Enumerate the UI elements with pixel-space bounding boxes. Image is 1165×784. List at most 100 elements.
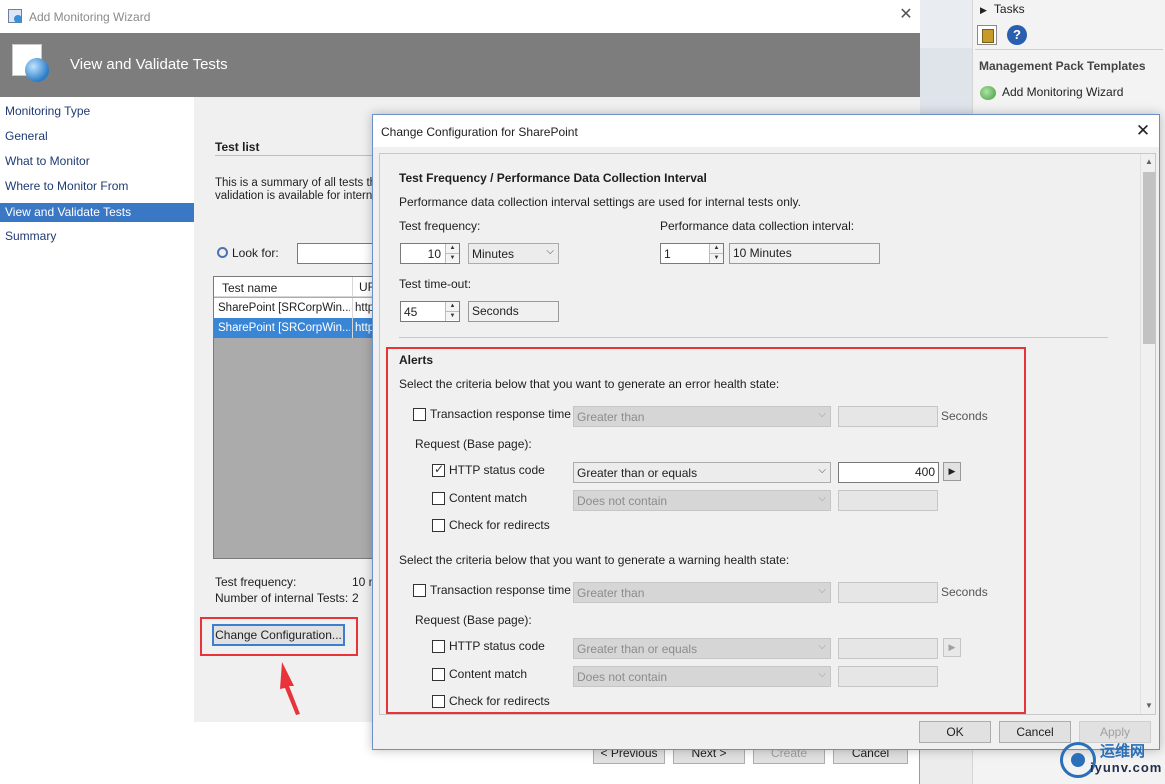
error-redirect-checkbox[interactable] (432, 519, 445, 532)
dialog-scroll-area[interactable]: Test Frequency / Performance Data Collec… (379, 153, 1156, 715)
error-http-checkbox[interactable] (432, 462, 445, 477)
warning-http-expand-button[interactable]: ▶ (943, 638, 961, 657)
description-line: This is a summary of all tests th (215, 177, 375, 189)
dialog-titlebar: Change Configuration for SharePoint ✕ (373, 115, 1159, 147)
column-header-test-name[interactable]: Test name (222, 281, 277, 295)
look-for-label: Look for: (217, 246, 279, 260)
timeout-unit-display: Seconds (468, 301, 559, 322)
warning-trt-operator-select[interactable]: Greater than ⌵ (573, 582, 831, 603)
warning-trt-value-input[interactable] (838, 582, 938, 603)
nav-item-general[interactable]: General (0, 127, 194, 146)
error-content-checkbox[interactable] (432, 492, 445, 505)
error-trt-checkbox[interactable] (413, 408, 426, 421)
scroll-up-icon[interactable]: ▲ (1141, 154, 1155, 170)
perf-interval-stepper[interactable]: 1 ▲ ▼ (660, 243, 724, 264)
warning-content-operator-select[interactable]: Does not contain ⌵ (573, 666, 831, 687)
chevron-down-icon[interactable]: ▼ (446, 311, 459, 320)
selected-value: Greater than (577, 586, 645, 600)
cell-test-name: SharePoint [SRCorpWin... (218, 302, 350, 314)
chevron-down-icon: ⌵ (546, 246, 554, 257)
error-content-operator-select[interactable]: Does not contain ⌵ (573, 490, 831, 511)
tasks-header[interactable]: ▶ Tasks (980, 2, 1025, 16)
chevron-down-icon: ⌵ (818, 641, 826, 652)
nav-item-view-and-validate-tests[interactable]: View and Validate Tests (0, 203, 194, 222)
wizard-window-title: Add Monitoring Wizard (29, 10, 151, 24)
warning-request-label: Request (Base page): (415, 613, 532, 627)
chevron-up-icon[interactable]: ▲ (446, 302, 459, 311)
scroll-down-icon[interactable]: ▼ (1141, 698, 1155, 714)
error-http-expand-button[interactable]: ▶ (943, 462, 961, 481)
clipboard-icon[interactable] (977, 25, 997, 45)
chevron-down-icon[interactable]: ▼ (710, 253, 723, 262)
stepper-buttons[interactable]: ▲ ▼ (445, 302, 459, 321)
divider (399, 337, 1108, 338)
chevron-down-icon: ⌵ (818, 493, 826, 504)
test-frequency-unit-select[interactable]: Minutes ⌵ (468, 243, 559, 264)
stepper-buttons[interactable]: ▲ ▼ (445, 244, 459, 263)
warning-http-value-input[interactable] (838, 638, 938, 659)
nav-item-monitoring-type[interactable]: Monitoring Type (0, 102, 194, 121)
page-globe-icon (12, 44, 52, 84)
error-request-label: Request (Base page): (415, 437, 532, 451)
change-configuration-dialog: Change Configuration for SharePoint ✕ Te… (372, 114, 1160, 750)
selected-value: Does not contain (577, 494, 668, 508)
ok-button[interactable]: OK (919, 721, 991, 743)
warning-content-checkbox[interactable] (432, 668, 445, 681)
wizard-close-button[interactable]: ✕ (895, 4, 917, 26)
nav-item-summary[interactable]: Summary (0, 227, 194, 246)
warning-http-label: HTTP status code (449, 639, 545, 653)
timeout-label: Test time-out: (399, 277, 472, 291)
dialog-close-button[interactable]: ✕ (1131, 119, 1155, 143)
tasks-label: Tasks (993, 2, 1025, 16)
scrollbar-thumb[interactable] (1143, 172, 1155, 344)
help-icon[interactable]: ? (1007, 25, 1027, 45)
nav-item-where-to-monitor-from[interactable]: Where to Monitor From (0, 177, 194, 196)
vertical-scrollbar[interactable]: ▲ ▼ (1140, 154, 1155, 714)
stepper-buttons[interactable]: ▲ ▼ (709, 244, 723, 263)
error-trt-unit: Seconds (941, 409, 988, 423)
warning-criteria-label: Select the criteria below that you want … (399, 553, 790, 567)
warning-redirect-label: Check for redirects (449, 694, 550, 708)
warning-redirect-checkbox[interactable] (432, 695, 445, 708)
add-monitoring-wizard-link[interactable]: Add Monitoring Wizard (980, 85, 1123, 100)
error-http-operator-select[interactable]: Greater than or equals ⌵ (573, 462, 831, 483)
timeout-stepper[interactable]: 45 ▲ ▼ (400, 301, 460, 322)
task-pane-heading: Management Pack Templates (979, 59, 1146, 73)
warning-trt-checkbox[interactable] (413, 584, 426, 597)
chevron-up-icon[interactable]: ▲ (710, 244, 723, 253)
test-list-grid: Test name UR SharePoint [SRCorpWin... ht… (213, 276, 378, 559)
wizard-nav: Monitoring Type General What to Monitor … (0, 97, 194, 722)
watermark-brand: iyunv.com (1090, 760, 1163, 775)
nav-item-what-to-monitor[interactable]: What to Monitor (0, 152, 194, 171)
test-frequency-stepper[interactable]: 10 ▲ ▼ (400, 243, 460, 264)
divider (975, 49, 1163, 50)
dialog-title: Change Configuration for SharePoint (381, 125, 578, 139)
table-row[interactable]: SharePoint [SRCorpWin... http (214, 318, 377, 338)
chevron-down-icon: ⌵ (818, 409, 826, 420)
summary-frequency-label: Test frequency: (215, 575, 297, 589)
error-http-value-input[interactable]: 400 (838, 462, 939, 483)
background-strip (920, 0, 972, 48)
warning-http-checkbox[interactable] (432, 640, 445, 653)
expand-arrow-icon: ▶ (980, 5, 987, 15)
grid-header: Test name UR (214, 277, 377, 297)
watermark-cn-text: 运维网 (1100, 743, 1146, 760)
error-content-value-input[interactable] (838, 490, 938, 511)
error-redirect-label: Check for redirects (449, 518, 550, 532)
selected-value: Minutes (472, 247, 515, 261)
error-trt-operator-select[interactable]: Greater than ⌵ (573, 406, 831, 427)
table-row[interactable]: SharePoint [SRCorpWin... http (214, 298, 377, 318)
error-trt-value-input[interactable] (838, 406, 938, 427)
look-for-input[interactable] (297, 243, 377, 264)
change-configuration-button[interactable]: Change Configuration... (212, 624, 345, 646)
summary-count-label: Number of internal Tests: (215, 591, 349, 605)
chevron-down-icon[interactable]: ▼ (446, 253, 459, 262)
chevron-up-icon[interactable]: ▲ (446, 244, 459, 253)
wizard-icon (980, 85, 996, 100)
alerts-title: Alerts (399, 353, 434, 367)
banner-title: View and Validate Tests (70, 56, 228, 73)
warning-content-value-input[interactable] (838, 666, 938, 687)
chevron-down-icon: ⌵ (818, 669, 826, 680)
warning-http-operator-select[interactable]: Greater than or equals ⌵ (573, 638, 831, 659)
look-for-text: Look for: (232, 246, 279, 260)
